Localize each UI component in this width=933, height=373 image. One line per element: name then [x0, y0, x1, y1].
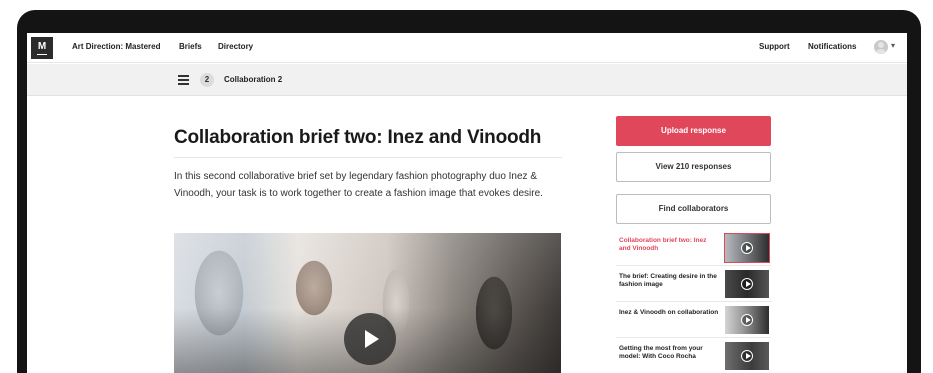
brief-intro-text: In this second collaborative brief set b…	[174, 171, 543, 199]
chevron-down-icon[interactable]: ▾	[891, 41, 895, 50]
play-icon	[741, 350, 753, 362]
nav-directory-link[interactable]: Directory	[218, 42, 253, 51]
app-screen: M Art Direction: Mastered Briefs Directo…	[27, 33, 907, 373]
lesson-item-label: Collaboration brief two: Inez and Vinood…	[619, 237, 707, 252]
lesson-item-on-collaboration[interactable]: Inez & Vinoodh on collaboration	[616, 302, 771, 338]
brand-logo[interactable]: M	[31, 37, 53, 59]
page-title: Collaboration brief two: Inez and Vinood…	[174, 127, 542, 148]
user-avatar[interactable]	[874, 40, 888, 54]
play-icon[interactable]	[344, 313, 396, 365]
lesson-thumbnail	[725, 270, 769, 298]
nav-app-title[interactable]: Art Direction: Mastered	[72, 42, 160, 51]
lesson-item-label: Getting the most from your model: With C…	[619, 345, 703, 360]
nav-support-link[interactable]: Support	[759, 42, 790, 51]
nav-notifications-link[interactable]: Notifications	[808, 42, 856, 51]
lesson-item-creating-desire[interactable]: The brief: Creating desire in the fashio…	[616, 266, 771, 302]
play-icon	[741, 242, 753, 254]
step-number-badge: 2	[200, 73, 214, 87]
title-divider	[174, 157, 562, 158]
subnav-title: Collaboration 2	[224, 75, 283, 84]
course-subnav: 2 Collaboration 2	[27, 64, 907, 96]
find-collaborators-button[interactable]: Find collaborators	[616, 194, 771, 224]
view-responses-button[interactable]: View 210 responses	[616, 152, 771, 182]
lesson-thumbnail	[725, 342, 769, 370]
upload-response-button[interactable]: Upload response	[616, 116, 771, 146]
play-icon	[741, 278, 753, 290]
video-player[interactable]	[174, 233, 561, 373]
menu-icon[interactable]	[178, 75, 189, 85]
lesson-thumbnail	[725, 306, 769, 334]
lesson-item-label: The brief: Creating desire in the fashio…	[619, 273, 717, 288]
nav-briefs-link[interactable]: Briefs	[179, 42, 202, 51]
lesson-item-coco-rocha[interactable]: Getting the most from your model: With C…	[616, 338, 771, 373]
play-icon	[741, 314, 753, 326]
lesson-item-label: Inez & Vinoodh on collaboration	[619, 309, 719, 316]
lesson-item-brief-two[interactable]: Collaboration brief two: Inez and Vinood…	[616, 230, 771, 266]
lesson-thumbnail	[724, 233, 770, 263]
top-navigation: M Art Direction: Mastered Briefs Directo…	[27, 33, 907, 63]
